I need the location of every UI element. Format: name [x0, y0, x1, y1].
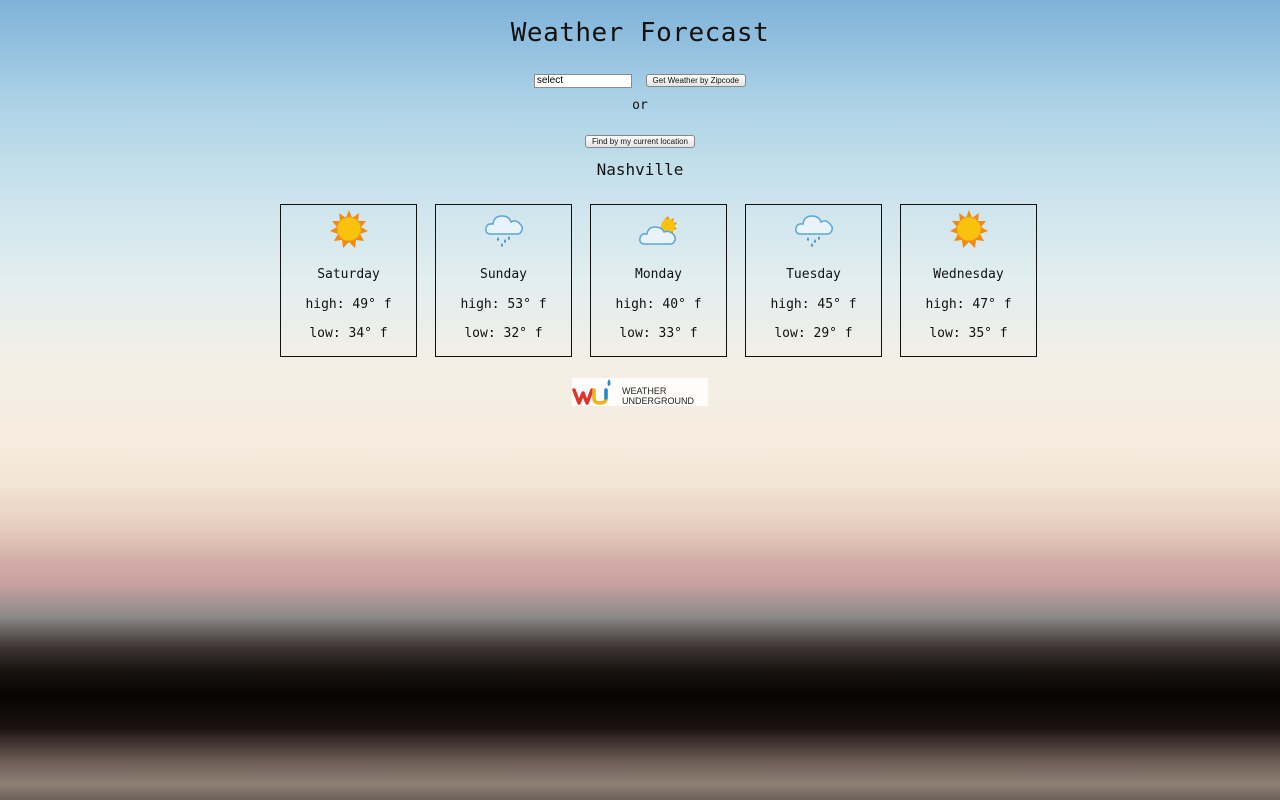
get-weather-button[interactable]: Get Weather by Zipcode	[645, 74, 747, 87]
forecast-card-wednesday: Wednesday high: 47° f low: 35° f	[900, 204, 1037, 357]
location-form: Find by my current location	[0, 131, 1280, 150]
forecast-high: high: 40° f	[615, 297, 702, 312]
sunny-icon	[948, 208, 990, 250]
forecast-high: high: 47° f	[925, 297, 1012, 312]
forecast-day: Saturday	[317, 267, 380, 282]
weather-page: Weather Forecast Get Weather by Zipcode …	[0, 0, 1280, 800]
forecast-low: low: 33° f	[619, 326, 698, 341]
forecast-card-tuesday: Tuesday high: 45° f low: 29° f	[745, 204, 882, 357]
zipcode-input[interactable]	[533, 73, 632, 88]
forecast-day: Monday	[635, 267, 682, 282]
forecast-day: Sunday	[480, 267, 527, 282]
forecast-high: high: 49° f	[305, 297, 392, 312]
rain-cloud-icon	[793, 208, 835, 250]
forecast-card-monday: Monday high: 40° f low: 33° f	[590, 204, 727, 357]
forecast-list: Saturday high: 49° f low: 34° f Sunday h…	[280, 204, 1040, 357]
forecast-high: high: 45° f	[770, 297, 857, 312]
city-name: Nashville	[596, 160, 684, 179]
page-title: Weather Forecast	[510, 18, 770, 48]
partly-cloudy-icon	[638, 208, 680, 250]
forecast-low: low: 35° f	[929, 326, 1008, 341]
forecast-low: low: 32° f	[464, 326, 543, 341]
forecast-high: high: 53° f	[460, 297, 547, 312]
zipcode-form: Get Weather by Zipcode	[0, 70, 1280, 88]
forecast-day: Wednesday	[933, 267, 1004, 282]
rain-cloud-icon	[483, 208, 525, 250]
forecast-card-sunday: Sunday high: 53° f low: 32° f	[435, 204, 572, 357]
or-separator: or	[632, 98, 648, 113]
logo-line1: WEATHER	[622, 386, 667, 396]
forecast-card-saturday: Saturday high: 49° f low: 34° f	[280, 204, 417, 357]
logo-line2: UNDERGROUND	[622, 396, 695, 406]
find-location-button[interactable]: Find by my current location	[584, 135, 696, 148]
weather-underground-logo[interactable]: WEATHER UNDERGROUND	[572, 378, 708, 406]
forecast-low: low: 29° f	[774, 326, 853, 341]
forecast-low: low: 34° f	[309, 326, 388, 341]
sunny-icon	[328, 208, 370, 250]
forecast-day: Tuesday	[786, 267, 841, 282]
